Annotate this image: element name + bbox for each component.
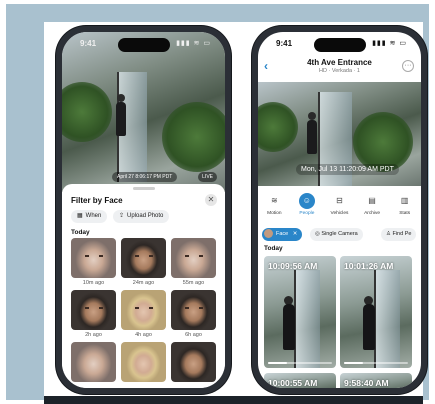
face-grid: 10m ago 24m ago 55m ago 2h ago 4h ago 6h… [71, 238, 216, 382]
face-item[interactable]: 24m ago [121, 238, 166, 286]
face-item[interactable]: 6h ago [171, 290, 216, 338]
clip-time: 10:00:55 AM [268, 378, 318, 388]
stats-icon: ▥ [400, 196, 409, 205]
section-today: Today [264, 245, 283, 252]
sheet-grabber[interactable] [132, 187, 155, 190]
video-timestamp: April 27 8:06:17 PM PDT [112, 172, 178, 182]
clip-progress [268, 362, 332, 364]
clip-time: 9:58:40 AM [344, 378, 389, 388]
when-chip[interactable]: ▦ When [71, 210, 108, 223]
single-camera-chip[interactable]: ◎ Single Camera [310, 228, 363, 241]
tool-people[interactable]: ☺ People [294, 193, 320, 216]
status-icons: ▮▮▮ ≋ ▭ [372, 40, 407, 47]
face-thumbnail [71, 238, 116, 278]
camera-subtitle: HD · Verkada · 1 [319, 68, 360, 74]
people-icon: ☺ [298, 193, 315, 209]
face-thumbnail [171, 290, 216, 330]
bottom-bar [44, 396, 423, 404]
section-today: Today [71, 229, 90, 236]
vehicle-icon: ⊟ [336, 196, 343, 205]
motion-icon: ≋ [270, 196, 278, 205]
face-thumbnail [121, 290, 166, 330]
calendar-icon: ▦ [77, 213, 83, 219]
status-time: 9:41 [80, 39, 97, 48]
face-item[interactable]: 55m ago [171, 238, 216, 286]
clip-time: 10:09:56 AM [268, 261, 318, 271]
clip-progress [344, 362, 408, 364]
back-chevron-icon[interactable]: ‹ [264, 59, 268, 73]
face-item[interactable] [71, 342, 116, 382]
face-item[interactable]: 4h ago [121, 290, 166, 338]
live-badge[interactable]: LIVE [198, 172, 217, 182]
upload-photo-chip[interactable]: ⇪ Upload Photo [113, 210, 170, 223]
face-thumbnail [71, 342, 116, 382]
camera-header: ‹ 4th Ave Entrance HD · Verkada · 1 ··· [258, 54, 421, 80]
status-time: 9:41 [276, 39, 293, 48]
right-phone-screen: 9:41 ▮▮▮ ≋ ▭ ‹ 4th Ave Entrance HD · Ver… [258, 32, 421, 388]
remove-filter-icon[interactable]: ✕ [293, 231, 298, 237]
event-clip[interactable]: 10:00:55 AM [264, 373, 336, 388]
status-icons: ▮▮▮ ≋ ▭ [176, 40, 211, 47]
event-clip[interactable]: 10:01:26 AM [340, 256, 412, 368]
dynamic-island [313, 38, 366, 52]
camera-title: 4th Ave Entrance [307, 58, 372, 67]
tool-archive[interactable]: ▤ Archive [359, 193, 385, 216]
archive-icon: ▤ [368, 196, 376, 205]
dynamic-island [117, 38, 170, 52]
face-filter-chip[interactable]: Face ✕ [262, 228, 303, 241]
face-item[interactable]: 2h ago [71, 290, 116, 338]
event-clip[interactable]: 10:09:56 AM [264, 256, 336, 368]
tool-vehicles[interactable]: ⊟ Vehicles [326, 193, 352, 216]
right-phone: 9:41 ▮▮▮ ≋ ▭ ‹ 4th Ave Entrance HD · Ver… [252, 26, 427, 394]
more-icon[interactable]: ··· [402, 60, 414, 72]
face-thumbnail [121, 342, 166, 382]
sheet-title: Filter by Face [71, 196, 123, 205]
face-thumbnail [171, 342, 216, 382]
upload-photo-icon: ⇪ [119, 213, 125, 219]
event-clip[interactable]: 9:58:40 AM [340, 373, 412, 388]
close-icon[interactable]: ✕ [205, 194, 217, 206]
camera-feed[interactable]: April 27 8:06:17 PM PDT LIVE [62, 32, 225, 192]
clip-time: 10:01:26 AM [344, 261, 394, 271]
find-people-chip[interactable]: ♙ Find Pe [381, 228, 417, 241]
face-item[interactable] [171, 342, 216, 382]
filter-by-face-sheet: Filter by Face ✕ ▦ When ⇪ Upload Photo Tod… [62, 184, 225, 388]
face-item[interactable] [121, 342, 166, 382]
analytics-toolbar: ≋ Motion ☺ People ⊟ Vehicles ▤ Archive ▥ [258, 189, 421, 223]
face-thumbnail [71, 290, 116, 330]
slide: 9:41 ▮▮▮ ≋ ▭ April 27 8:06:17 PM PDT LIV… [0, 0, 435, 404]
left-phone-screen: 9:41 ▮▮▮ ≋ ▭ April 27 8:06:17 PM PDT LIV… [62, 32, 225, 388]
face-item[interactable]: 10m ago [71, 238, 116, 286]
left-phone: 9:41 ▮▮▮ ≋ ▭ April 27 8:06:17 PM PDT LIV… [56, 26, 231, 394]
face-thumbnail [121, 238, 166, 278]
tool-stats[interactable]: ▥ Stats [392, 193, 418, 216]
face-thumbnail [171, 238, 216, 278]
tool-motion[interactable]: ≋ Motion [261, 193, 287, 216]
face-avatar [264, 229, 273, 239]
video-timestamp: Mon, Jul 13 11:20:09 AM PDT [296, 164, 399, 175]
camera-feed[interactable]: Mon, Jul 13 11:20:09 AM PDT [258, 82, 421, 186]
